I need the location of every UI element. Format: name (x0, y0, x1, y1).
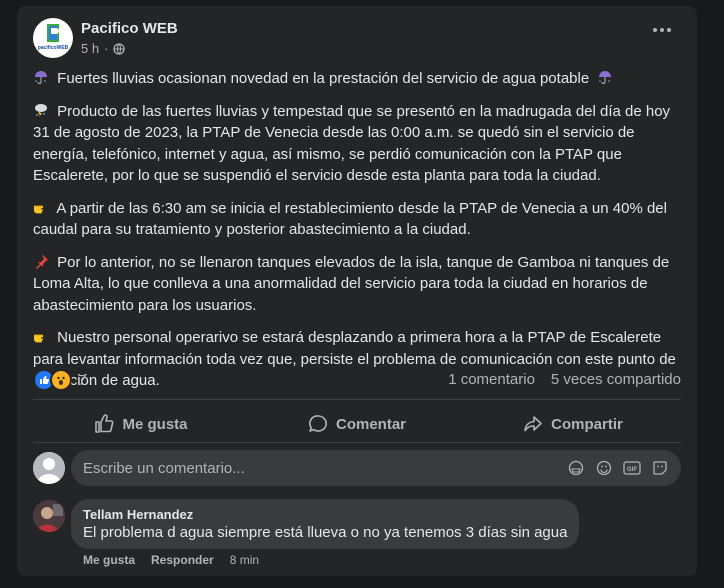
paragraph-text: Por lo anterior, no se llenaron tanques … (33, 253, 670, 314)
gif-icon[interactable]: GIF (623, 459, 641, 477)
pushpin-icon (36, 253, 48, 269)
paragraph-text: A partir de las 6:30 am se inicia el res… (33, 199, 667, 239)
dot-icon (660, 28, 664, 32)
wow-reaction-icon (50, 369, 72, 391)
share-button[interactable]: Compartir (465, 406, 681, 442)
post-header: pacificoWEB Pacifico WEB 5 h · (33, 18, 681, 62)
share-arrow-icon (524, 416, 542, 432)
svg-text:GIF: GIF (627, 467, 637, 473)
pacifico-web-logo-icon: pacificoWEB (38, 24, 69, 51)
default-user-icon (33, 452, 65, 484)
globe-icon[interactable] (113, 42, 126, 55)
meta-separator: · (104, 41, 109, 56)
share-count[interactable]: 5 veces compartido (551, 371, 681, 388)
comment-bubble-icon (309, 415, 327, 432)
comment-count[interactable]: 1 comentario (448, 371, 535, 388)
current-user-avatar[interactable] (33, 452, 65, 484)
comment-bubble: Tellam Hernandez El problema d agua siem… (71, 499, 580, 549)
comment-input-placeholder[interactable]: Escribe un comentario... (83, 460, 567, 477)
reaction-count: 7 (78, 371, 87, 389)
dot-icon (667, 28, 671, 32)
comment-label: Comentar (335, 415, 406, 433)
comment-like-link[interactable]: Me gusta (83, 553, 135, 567)
umbrella-rain-icon (35, 71, 47, 85)
comment-composer[interactable]: Escribe un comentario... GIF (71, 450, 681, 486)
umbrella-rain-icon (599, 71, 612, 85)
commenter-avatar[interactable] (33, 500, 65, 532)
thumbs-up-icon (95, 414, 114, 433)
emoji-icon[interactable] (595, 459, 613, 477)
post-time[interactable]: 5 h (81, 41, 99, 56)
dot-icon (653, 28, 657, 32)
like-label: Me gusta (122, 415, 188, 433)
pointing-hand-icon (34, 334, 44, 343)
page-name[interactable]: Pacifico WEB (81, 20, 178, 37)
post-body: Fuertes lluvias ocasionan novedad en la … (33, 68, 683, 403)
thunder-cloud-rain-icon (35, 103, 47, 117)
stats-right: 1 comentario 5 veces compartido (448, 371, 681, 388)
paragraph-text: Fuertes lluvias ocasionan novedad en la … (57, 70, 590, 87)
comment-reply-link[interactable]: Responder (151, 553, 214, 567)
action-bar: Me gusta Comentar Compartir (33, 406, 681, 442)
avatar-sticker-icon[interactable] (567, 459, 585, 477)
composer-icons: GIF (567, 459, 669, 477)
post-stats: 7 1 comentario 5 veces compartido (33, 366, 681, 392)
divider (33, 399, 681, 400)
paragraph-text: Producto de las fuertes lluvias y tempes… (33, 102, 671, 185)
comment-actions: Me gusta Responder 8 min (83, 553, 259, 567)
post-meta: 5 h · (81, 41, 126, 56)
divider (33, 442, 681, 443)
commenter-photo-icon (33, 500, 65, 532)
share-label: Compartir (551, 415, 623, 433)
page-avatar[interactable]: pacificoWEB (33, 18, 73, 58)
more-options-button[interactable] (653, 28, 671, 32)
post-paragraph-title: Fuertes lluvias ocasionan novedad en la … (33, 68, 683, 90)
comment-text: El problema d agua siempre está llueva o… (83, 524, 568, 541)
post-paragraph: Por lo anterior, no se llenaron tanques … (33, 252, 683, 317)
like-button[interactable]: Me gusta (33, 406, 249, 442)
logo-text: pacificoWEB (38, 45, 69, 51)
post-card: pacificoWEB Pacifico WEB 5 h · Fuertes l (17, 6, 697, 576)
reactions-summary[interactable]: 7 (33, 369, 86, 391)
comment-time[interactable]: 8 min (230, 553, 259, 567)
pointing-hand-icon (34, 205, 44, 213)
comment-author[interactable]: Tellam Hernandez (83, 507, 567, 522)
post-paragraph: A partir de las 6:30 am se inicia el res… (33, 198, 683, 241)
post-paragraph: Producto de las fuertes lluvias y tempes… (33, 101, 683, 187)
comment-button[interactable]: Comentar (249, 406, 465, 442)
sticker-icon[interactable] (651, 459, 669, 477)
